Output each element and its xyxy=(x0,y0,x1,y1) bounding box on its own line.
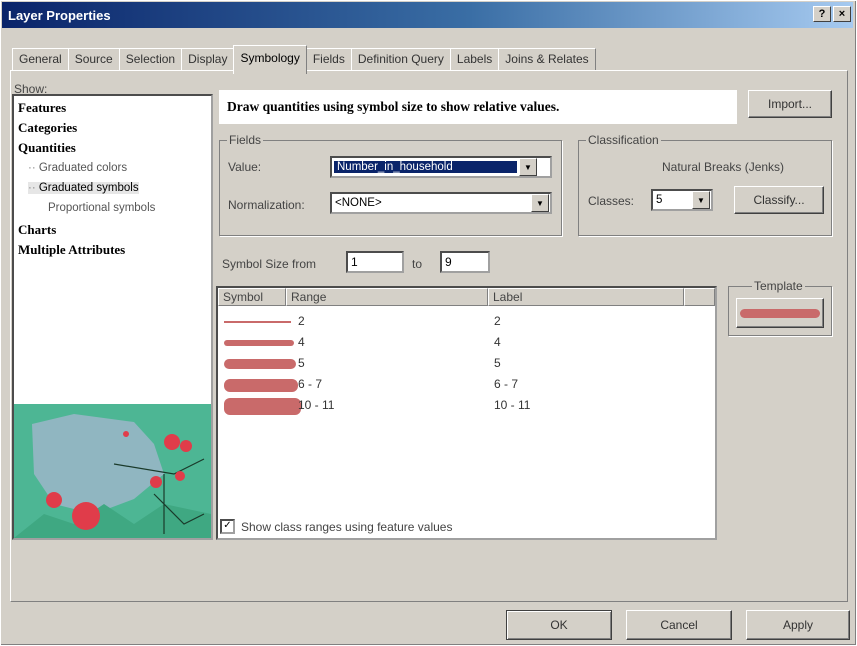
table-row[interactable]: 2 2 xyxy=(218,312,715,333)
table-header: Symbol Range Label xyxy=(218,288,715,308)
close-icon: × xyxy=(838,8,846,20)
fields-group-label: Fields xyxy=(227,133,264,147)
help-button[interactable]: ? xyxy=(813,6,831,22)
column-header-symbol[interactable]: Symbol xyxy=(218,288,286,306)
value-label: Value: xyxy=(228,160,262,174)
tab-symbology[interactable]: Symbology xyxy=(233,45,307,74)
tab-general[interactable]: General xyxy=(12,48,69,71)
normalization-dropdown-selected: <NONE> xyxy=(335,197,382,209)
show-item-label: Graduated colors xyxy=(38,162,128,174)
class-symbol[interactable] xyxy=(224,397,301,415)
ok-button[interactable]: OK xyxy=(506,610,612,640)
tab-source[interactable]: Source xyxy=(67,48,120,71)
class-symbol[interactable] xyxy=(224,378,299,392)
template-symbol-button[interactable] xyxy=(736,298,824,328)
class-symbol[interactable] xyxy=(224,359,296,369)
classify-button[interactable]: Classify... xyxy=(734,186,824,214)
column-header-empty xyxy=(684,288,715,306)
tab-selection[interactable]: Selection xyxy=(118,48,183,71)
range-cell[interactable]: 10 - 11 xyxy=(298,398,334,412)
template-symbol-swatch xyxy=(740,308,820,318)
tab-display[interactable]: Display xyxy=(181,48,235,71)
symbol-class-table: Symbol Range Label 2 2 4 4 5 5 6 - 7 6 -… xyxy=(216,286,717,540)
symbol-size-from-input[interactable]: 1 xyxy=(346,251,404,273)
apply-button[interactable]: Apply xyxy=(746,610,850,640)
class-symbol[interactable] xyxy=(224,340,294,346)
normalization-dropdown[interactable]: <NONE> ▼ xyxy=(330,192,552,214)
classes-dropdown[interactable]: 5 ▼ xyxy=(651,189,713,211)
show-item-categories[interactable]: Categories xyxy=(18,120,77,136)
fields-group xyxy=(219,140,562,236)
range-cell[interactable]: 2 xyxy=(298,314,305,328)
value-dropdown-selected: Number_in_household xyxy=(334,161,517,173)
label-cell[interactable]: 2 xyxy=(494,314,501,328)
show-item-charts[interactable]: Charts xyxy=(18,222,56,238)
range-cell[interactable]: 5 xyxy=(298,356,305,370)
symbol-size-label: Symbol Size from xyxy=(222,257,317,271)
cancel-button[interactable]: Cancel xyxy=(626,610,732,640)
table-row[interactable]: 10 - 11 10 - 11 xyxy=(218,396,715,417)
show-item-graduated-symbols[interactable]: ·· Graduated symbols xyxy=(28,182,139,194)
symbology-preview xyxy=(14,404,211,538)
show-item-features[interactable]: Features xyxy=(18,100,66,116)
show-item-proportional-symbols[interactable]: Proportional symbols xyxy=(48,202,155,214)
classification-group-label: Classification xyxy=(586,133,661,147)
title-bar[interactable]: Layer Properties xyxy=(2,2,853,28)
template-group-label: Template xyxy=(752,279,805,293)
window-title: Layer Properties xyxy=(8,7,111,23)
chevron-down-icon[interactable]: ▼ xyxy=(692,191,710,209)
table-row[interactable]: 4 4 xyxy=(218,333,715,354)
close-button[interactable]: × xyxy=(833,6,851,22)
preview-map-image xyxy=(14,404,211,538)
label-cell[interactable]: 5 xyxy=(494,356,501,370)
tab-fields[interactable]: Fields xyxy=(305,48,352,71)
show-item-label: Graduated symbols xyxy=(38,182,139,194)
label-cell[interactable]: 6 - 7 xyxy=(494,377,518,391)
symbology-description: Draw quantities using symbol size to sho… xyxy=(219,90,737,124)
table-row[interactable]: 5 5 xyxy=(218,354,715,375)
range-cell[interactable]: 6 - 7 xyxy=(298,377,322,391)
show-item-quantities[interactable]: Quantities xyxy=(18,140,76,156)
column-header-range[interactable]: Range xyxy=(286,288,488,306)
classes-label: Classes: xyxy=(588,194,635,208)
show-item-multiple-attributes[interactable]: Multiple Attributes xyxy=(18,242,125,258)
range-cell[interactable]: 4 xyxy=(298,335,305,349)
label-cell[interactable]: 10 - 11 xyxy=(494,398,530,412)
import-button[interactable]: Import... xyxy=(748,90,832,118)
classification-method: Natural Breaks (Jenks) xyxy=(662,160,785,174)
tab-definition-query[interactable]: Definition Query xyxy=(350,48,451,71)
show-item-graduated-colors[interactable]: ·· Graduated colors xyxy=(28,162,127,174)
show-class-ranges-label: Show class ranges using feature values xyxy=(241,519,453,534)
classes-dropdown-selected: 5 xyxy=(656,194,663,206)
chevron-down-icon[interactable]: ▼ xyxy=(519,158,537,176)
show-class-ranges-checkbox[interactable]: ✓ xyxy=(220,519,235,534)
value-dropdown[interactable]: Number_in_household ▼ xyxy=(330,156,552,178)
symbol-size-to-label: to xyxy=(412,257,423,271)
normalization-label: Normalization: xyxy=(228,198,305,212)
tab-labels[interactable]: Labels xyxy=(449,48,500,71)
chevron-down-icon[interactable]: ▼ xyxy=(531,194,549,212)
tab-strip: General Source Selection Display Symbolo… xyxy=(12,45,596,74)
column-header-label[interactable]: Label xyxy=(488,288,684,306)
class-symbol[interactable] xyxy=(224,321,292,323)
tab-joins-relates[interactable]: Joins & Relates xyxy=(498,48,596,71)
show-class-ranges-option[interactable]: ✓ Show class ranges using feature values xyxy=(220,519,452,534)
table-row[interactable]: 6 - 7 6 - 7 xyxy=(218,375,715,396)
symbol-size-to-input[interactable]: 9 xyxy=(440,251,490,273)
label-cell[interactable]: 4 xyxy=(494,335,501,349)
